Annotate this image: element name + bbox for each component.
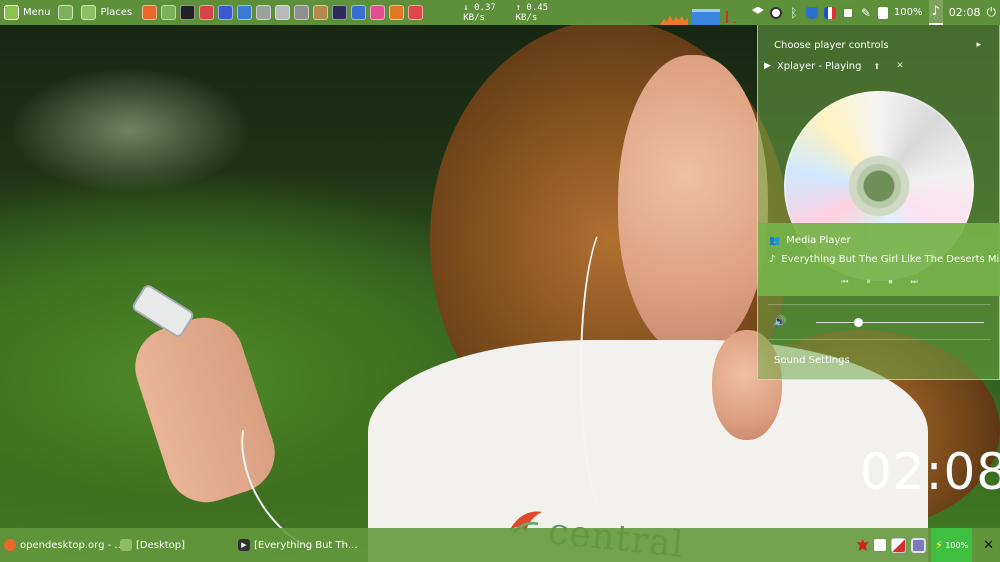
app-name-row: 👥 Media Player: [758, 235, 1000, 246]
battery-widget[interactable]: ⚡ 100%: [930, 528, 973, 562]
play-icon: ▶: [764, 61, 771, 71]
stop-icon[interactable]: ⏹: [889, 277, 893, 287]
camera-icon[interactable]: [873, 539, 886, 551]
screenshot-icon[interactable]: [351, 5, 367, 20]
player-status: Xplayer - Playing: [776, 60, 862, 72]
archive-icon[interactable]: [313, 5, 329, 20]
bluetooth-icon[interactable]: ᛒ: [788, 7, 800, 19]
choose-player-row[interactable]: Choose player controls ▸: [758, 37, 999, 53]
memory-graph: [691, 7, 720, 25]
menu-button[interactable]: Menu: [0, 0, 54, 25]
note-icon: ♪: [769, 254, 776, 265]
screenshot-tool-icon[interactable]: [910, 537, 926, 553]
settings-icon[interactable]: [275, 5, 291, 20]
volume-slider-track[interactable]: [816, 322, 984, 323]
task-label: [Everything But Th...: [254, 539, 358, 551]
panel-launchers: [142, 5, 424, 20]
system-tray: ᛒ ✎ 100% ♪ 02:08 ⏻: [751, 0, 1000, 25]
terminal-icon[interactable]: [180, 5, 196, 20]
menu-label: Menu: [23, 7, 51, 18]
volume-slider-knob[interactable]: [854, 318, 863, 327]
places-label: Places: [100, 7, 133, 18]
dropbox-icon[interactable]: [751, 6, 764, 14]
privacy-icon[interactable]: [294, 5, 310, 20]
flag-fr-icon[interactable]: [823, 6, 836, 19]
update-icon[interactable]: [841, 6, 854, 19]
task-label: [Desktop]: [136, 539, 186, 551]
image-viewer-icon[interactable]: [256, 5, 272, 20]
wallpaper-face: [618, 55, 768, 355]
system-monitor-graphs[interactable]: [659, 0, 752, 25]
close-icon[interactable]: ✕: [977, 538, 1000, 553]
track-title: Everything But The Girl Like The Deserts…: [781, 254, 1000, 265]
taskbar-item-desktop[interactable]: [Desktop]: [116, 528, 234, 562]
net-down-speed: ↓ 0.37 KB/s: [463, 2, 496, 23]
writer-icon[interactable]: [237, 5, 253, 20]
cpu-graph: [659, 7, 688, 25]
panel-clock[interactable]: 02:08: [949, 6, 981, 19]
taskbar-item-media-player[interactable]: ▶ [Everything But Th...: [234, 528, 362, 562]
chevron-right-icon: ▸: [976, 40, 981, 50]
playback-controls: ⏮ ⏸ ⏹ ⏭: [758, 277, 1000, 287]
menu-separator: [768, 304, 991, 305]
battery-icon[interactable]: [877, 6, 888, 19]
show-desktop-button[interactable]: [54, 0, 77, 25]
bottom-battery-percent: 100%: [945, 540, 969, 550]
clock-icon[interactable]: [769, 6, 782, 19]
desktop-icon: [58, 5, 74, 20]
paint-icon[interactable]: [389, 5, 405, 20]
people-icon: 👥: [769, 235, 781, 246]
net-up-speed: ↑ 0.45 KB/s: [515, 2, 549, 23]
track-info-box: 👥 Media Player ♪ Everything But The Girl…: [758, 223, 1000, 296]
bottom-tray: ⚡ 100% ✕: [856, 528, 1000, 562]
bottom-panel: opendesktop.org - ... [Desktop] ▶ [Every…: [0, 528, 1000, 562]
maple-leaf-icon[interactable]: [856, 539, 869, 551]
app-name: Media Player: [786, 235, 851, 246]
help-icon[interactable]: [408, 5, 424, 20]
pdf-icon[interactable]: [890, 537, 906, 553]
next-icon[interactable]: ⏭: [911, 277, 918, 287]
network-graph: [723, 7, 752, 25]
sound-settings-label: Sound Settings: [774, 354, 850, 366]
media-player-icon: ▶: [238, 539, 250, 551]
task-label: opendesktop.org - ...: [20, 539, 124, 551]
choose-player-label: Choose player controls: [774, 39, 889, 51]
folder-icon: [81, 5, 97, 20]
previous-icon[interactable]: ⏮: [841, 277, 848, 287]
shield-icon[interactable]: [805, 6, 818, 19]
player-status-row[interactable]: ▶ Xplayer - Playing ⬆ ✕: [758, 58, 999, 74]
firefox-icon[interactable]: [142, 5, 158, 20]
sound-applet-menu: Choose player controls ▸ ▶ Xplayer - Pla…: [757, 25, 1000, 380]
battery-percent: 100%: [893, 7, 923, 18]
night-light-icon[interactable]: [332, 5, 348, 20]
network-speed: ↓ 0.37 KB/s ↑ 0.45 KB/s: [463, 3, 558, 23]
music-note-icon: ♪: [931, 4, 940, 19]
menu-separator-2: [768, 339, 991, 340]
desklet-clock: 02:08: [860, 443, 1000, 501]
places-button[interactable]: Places: [77, 0, 136, 25]
track-title-row: ♪ Everything But The Girl Like The Deser…: [758, 254, 1000, 265]
close-player-icon[interactable]: ✕: [896, 61, 904, 71]
presentation-icon[interactable]: [199, 5, 215, 20]
color-picker-icon[interactable]: [370, 5, 386, 20]
firefox-icon: [4, 539, 16, 551]
sound-settings-item[interactable]: Sound Settings: [758, 352, 999, 368]
sound-applet-button[interactable]: ♪: [928, 0, 943, 25]
pause-icon[interactable]: ⏸: [867, 277, 871, 287]
top-panel: Menu Places ↓ 0.37 KB/s ↑ 0.45 KB/s ᛒ ✎ …: [0, 0, 1000, 25]
mint-logo-icon: [4, 5, 19, 20]
power-icon[interactable]: ⏻: [987, 5, 997, 20]
brightness-icon[interactable]: ✎: [860, 7, 872, 19]
files-icon[interactable]: [161, 5, 177, 20]
taskbar-item-browser[interactable]: opendesktop.org - ...: [0, 528, 124, 562]
music-icon[interactable]: [218, 5, 234, 20]
volume-icon[interactable]: 🔊: [773, 315, 787, 328]
pin-icon[interactable]: ⬆: [874, 62, 881, 71]
wallpaper-cable: [580, 220, 640, 520]
lightning-icon: ⚡: [934, 538, 944, 552]
folder-icon: [120, 539, 132, 551]
